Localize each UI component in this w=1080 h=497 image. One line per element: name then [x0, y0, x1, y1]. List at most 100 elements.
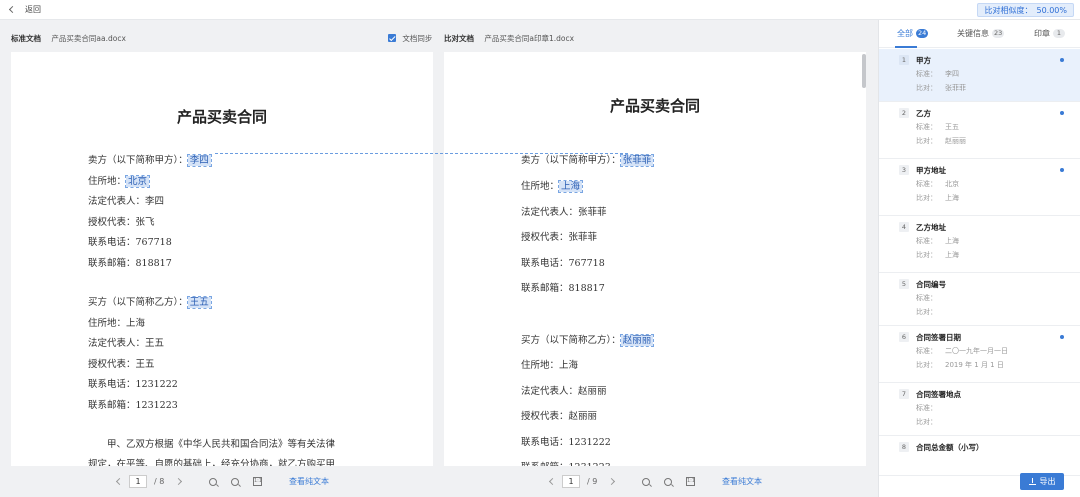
tab-key-info[interactable]: 关键信息 23 — [957, 28, 1005, 39]
standard-value: 二〇一九年一月一日 — [945, 347, 1008, 355]
page-input[interactable]: 1 — [562, 475, 580, 488]
scrollbar[interactable] — [862, 54, 866, 88]
line-text: 联系电话：767718 — [88, 237, 172, 248]
item-title: 合同编号 — [916, 280, 946, 289]
diff-item[interactable]: 3 甲方地址 标准： 北京 比对： 上海 — [879, 159, 1080, 216]
item-number: 5 — [899, 279, 909, 289]
view-plain-text-link[interactable]: 查看纯文本 — [289, 476, 329, 487]
compare-value-row: 比对： 上海 — [916, 193, 959, 203]
doc-line: 法定代表人：张菲菲 — [521, 204, 607, 218]
page-input[interactable]: 1 — [129, 475, 147, 488]
standard-prefix: 标准： — [916, 70, 937, 78]
tab-seal[interactable]: 印章 1 — [1034, 28, 1065, 39]
compare-value-row: 比对： — [916, 417, 945, 427]
standard-doc-viewer[interactable]: 产品买卖合同 卖方（以下简称甲方）： 李四 住所地： 北京 法定代表人：李四 授权代表：张… — [11, 52, 433, 466]
changed-dot-icon — [1060, 58, 1064, 62]
count-badge: 24 — [916, 29, 929, 38]
line-text: 卖方（以下简称甲方）： — [88, 155, 188, 166]
export-button[interactable]: 导出 — [1020, 473, 1064, 490]
doc-line: 联系邮箱：1231223 — [88, 397, 178, 411]
page-total: / 8 — [154, 477, 165, 486]
diff-item[interactable]: 5 合同编号标准： 比对： — [879, 273, 1080, 326]
standard-value: 王五 — [945, 123, 959, 131]
diff-highlight[interactable]: 李四 — [186, 154, 212, 167]
tab-all[interactable]: 全部 24 — [897, 28, 929, 39]
diff-item[interactable]: 8 合同总金额（小写） — [879, 436, 1080, 476]
doc-line: 联系邮箱：818817 — [88, 255, 172, 269]
doc-line: 授权代表：赵丽丽 — [521, 408, 597, 422]
item-title: 甲方地址 — [916, 166, 946, 175]
prev-page-icon[interactable] — [115, 477, 124, 486]
compare-value: 赵丽丽 — [945, 137, 966, 145]
compare-prefix: 比对： — [916, 361, 937, 369]
compare-value: 上海 — [945, 194, 959, 202]
doc-line: 住所地： 北京 — [88, 173, 151, 188]
zoom-out-icon[interactable] — [209, 477, 217, 486]
diff-highlight[interactable]: 张菲菲 — [619, 154, 655, 167]
compare-value-row: 比对： 上海 — [916, 250, 959, 260]
diff-highlight[interactable]: 北京 — [125, 175, 151, 188]
diff-item[interactable]: 7 合同签署地点 标准： 比对： — [879, 383, 1080, 436]
standard-value-row: 标准： 王五 — [916, 122, 959, 132]
zoom-out-icon[interactable] — [642, 477, 650, 486]
line-text: 授权代表：张菲菲 — [521, 232, 598, 243]
standard-prefix: 标准： — [916, 404, 937, 412]
compare-doc-viewer[interactable]: 产品买卖合同 卖方（以下简称甲方）： 张菲菲 住所地： 上海 法定代表人：张菲菲 授权代表… — [444, 52, 866, 466]
doc-line: 联系电话：767718 — [521, 255, 605, 269]
actual-size-icon[interactable]: 1:1 — [686, 477, 695, 486]
item-number: 2 — [899, 108, 909, 118]
compare-value: 张菲菲 — [945, 84, 966, 92]
standard-value: 北京 — [945, 180, 959, 188]
zoom-in-icon[interactable] — [231, 477, 239, 486]
diff-item[interactable]: 1 甲方 标准： 李四 比对： 张菲菲 — [879, 49, 1080, 102]
diff-item[interactable]: 2 乙方 标准： 王五 比对： 赵丽丽 — [879, 102, 1080, 159]
prev-page-icon[interactable] — [548, 477, 557, 486]
standard-doc-filename: 产品买卖合同aa.docx — [51, 34, 126, 43]
diff-item[interactable]: 4 乙方地址 标准： 上海 比对： 上海 — [879, 216, 1080, 273]
compare-prefix: 比对： — [916, 137, 937, 145]
line-text: 联系邮箱：818817 — [88, 258, 172, 269]
standard-prefix: 标准： — [916, 294, 937, 302]
item-number: 1 — [899, 55, 909, 65]
back-button[interactable]: 返回 — [8, 4, 41, 15]
diff-highlight[interactable]: 上海 — [558, 180, 584, 193]
active-tab-indicator — [895, 46, 917, 48]
actual-size-icon[interactable]: 1:1 — [253, 477, 262, 486]
download-icon — [1028, 478, 1036, 485]
doc-line: 甲、乙双方根据《中华人民共和国合同法》等有关法律 — [88, 436, 335, 450]
standard-value-row: 标准： 上海 — [916, 236, 959, 246]
pager-left: 1 / 8 1:1 查看纯文本 — [11, 466, 433, 497]
count-badge: 23 — [992, 29, 1005, 38]
line-text: 联系电话：767718 — [521, 258, 605, 269]
sync-toggle[interactable]: 文档同步 — [388, 33, 432, 44]
next-page-icon[interactable] — [607, 477, 616, 486]
compare-value: 2019 年 1 月 1 日 — [945, 361, 1004, 369]
compare-prefix: 比对： — [916, 308, 937, 316]
doc-line: 法定代表人：王五 — [88, 335, 164, 349]
compare-value-row: 比对： — [916, 307, 945, 317]
changed-dot-icon — [1060, 111, 1064, 115]
compare-prefix: 比对： — [916, 251, 937, 259]
compare-value-row: 比对： 2019 年 1 月 1 日 — [916, 360, 1004, 370]
top-bar: 返回 比对相似度： 50.00% — [0, 0, 1080, 20]
compare-value: 上海 — [945, 251, 959, 259]
item-number: 7 — [899, 389, 909, 399]
next-page-icon[interactable] — [174, 477, 183, 486]
diff-highlight[interactable]: 王五 — [186, 296, 212, 309]
tab-label: 全部 — [897, 29, 913, 38]
view-plain-text-link[interactable]: 查看纯文本 — [722, 476, 762, 487]
item-number: 3 — [899, 165, 909, 175]
item-number: 6 — [899, 332, 909, 342]
diff-results-panel: 全部 24 关键信息 23 印章 1 1 甲方 标准： 李四 比对： 张菲菲 2 乙方 标准：王… — [878, 20, 1080, 497]
line-text: 法定代表人：赵丽丽 — [521, 386, 607, 397]
diff-item[interactable]: 6 合同签署日期 标准： 二〇一九年一月一日 比对： 2019 年 1 月 1 日 — [879, 326, 1080, 383]
standard-value-row: 标准： — [916, 293, 945, 303]
compare-value-row: 比对： 赵丽丽 — [916, 136, 966, 146]
line-text: 住所地： — [88, 176, 127, 187]
diff-highlight[interactable]: 赵丽丽 — [619, 334, 655, 347]
line-text: 住所地： — [521, 181, 560, 192]
doc-line: 规定，在平等、自愿的基础上，经充分协商，就乙方购买甲 — [88, 456, 335, 466]
compare-prefix: 比对： — [916, 84, 937, 92]
zoom-in-icon[interactable] — [664, 477, 672, 486]
checkbox-icon[interactable] — [388, 34, 396, 42]
